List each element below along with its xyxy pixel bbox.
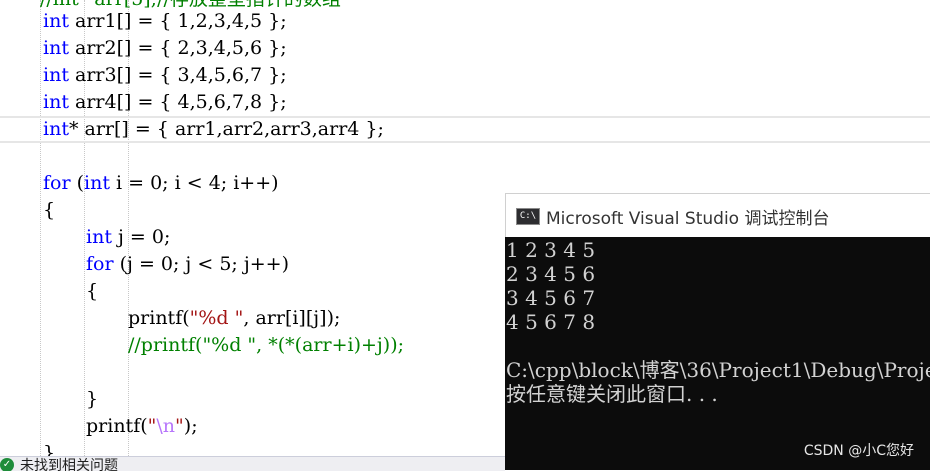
console-line: 3 4 5 6 7 <box>506 286 596 310</box>
keyword: for <box>86 253 114 275</box>
debug-console-window[interactable]: C:\ Microsoft Visual Studio 调试控制台 1 2 3 … <box>505 193 930 470</box>
code-line[interactable]: int arr1[] = { 1,2,3,4,5 }; <box>43 8 287 35</box>
watermark: CSDN @小C您好 <box>803 443 914 459</box>
indent-guide <box>40 0 41 470</box>
console-titlebar[interactable]: C:\ Microsoft Visual Studio 调试控制台 <box>505 193 930 237</box>
code-text: { <box>43 199 56 221</box>
code-line[interactable]: for (j = 0; j < 5; j++) <box>86 251 289 278</box>
code-text: i = 0; i < 4; i++) <box>109 172 279 194</box>
code-line[interactable]: { <box>86 278 98 305</box>
status-text[interactable]: 未找到相关问题 <box>20 457 118 471</box>
code-text: printf( <box>86 415 148 437</box>
code-line[interactable]: int arr3[] = { 3,4,5,6,7 }; <box>43 62 287 89</box>
code-text: * arr[] = { arr1,arr2,arr3,arr4 }; <box>68 118 384 140</box>
string-literal: " <box>175 415 184 437</box>
keyword: int <box>86 226 112 248</box>
code-line[interactable]: } <box>86 386 98 413</box>
console-line: 1 2 3 4 5 <box>506 238 596 262</box>
code-text: arr3[] = { 3,4,5,6,7 }; <box>68 64 287 86</box>
keyword: int <box>43 64 69 86</box>
code-text: { <box>86 280 99 302</box>
code-text: arr4[] = { 4,5,6,7,8 }; <box>68 91 287 113</box>
code-line[interactable]: int arr4[] = { 4,5,6,7,8 }; <box>43 89 287 116</box>
keyword: int <box>43 118 69 140</box>
code-line[interactable]: printf("\n"); <box>86 413 198 440</box>
keyword: int <box>43 91 69 113</box>
code-line[interactable]: printf("%d ", arr[i][j]); <box>128 305 340 332</box>
keyword: int <box>84 172 110 194</box>
code-line[interactable]: int arr2[] = { 2,3,4,5,6 }; <box>43 35 287 62</box>
code-line[interactable]: int* arr[] = { arr1,arr2,arr3,arr4 }; <box>43 116 384 143</box>
code-text: } <box>86 388 99 410</box>
escape-sequence: \n <box>156 415 176 437</box>
code-text: (j = 0; j < 5; j++) <box>113 253 289 275</box>
code-text: , arr[i][j]); <box>243 307 341 329</box>
code-text: arr1[] = { 1,2,3,4,5 }; <box>68 10 287 32</box>
code-comment: //printf("%d ", *(*(arr+i)+j)); <box>128 334 405 356</box>
code-text: arr2[] = { 2,3,4,5,6 }; <box>68 37 287 59</box>
console-output[interactable]: 1 2 3 4 5 2 3 4 5 6 3 4 5 6 7 4 5 6 7 8 … <box>505 237 930 470</box>
code-text: j = 0; <box>111 226 171 248</box>
console-line: 4 5 6 7 8 <box>506 310 596 334</box>
console-line: 2 3 4 5 6 <box>506 262 596 286</box>
keyword: int <box>43 37 69 59</box>
code-line[interactable]: for (int i = 0; i < 4; i++) <box>43 170 279 197</box>
code-text: ( <box>70 172 85 194</box>
code-text: printf( <box>128 307 190 329</box>
string-literal: "%d " <box>189 307 244 329</box>
code-line[interactable]: //printf("%d ", *(*(arr+i)+j)); <box>128 332 404 359</box>
console-title: Microsoft Visual Studio 调试控制台 <box>546 209 830 229</box>
check-circle-icon: ✓ <box>0 458 14 471</box>
code-line[interactable]: { <box>43 197 55 224</box>
console-line: C:\cpp\block\博客\36\Project1\Debug\Projec… <box>506 358 930 382</box>
code-line[interactable]: int j = 0; <box>86 224 170 251</box>
keyword: int <box>43 10 69 32</box>
code-text: ); <box>183 415 198 437</box>
console-app-icon: C:\ <box>516 208 540 225</box>
console-line: 按任意键关闭此窗口. . . <box>506 382 718 406</box>
status-bar: ✓ 未找到相关问题 <box>0 456 505 471</box>
keyword: for <box>43 172 71 194</box>
